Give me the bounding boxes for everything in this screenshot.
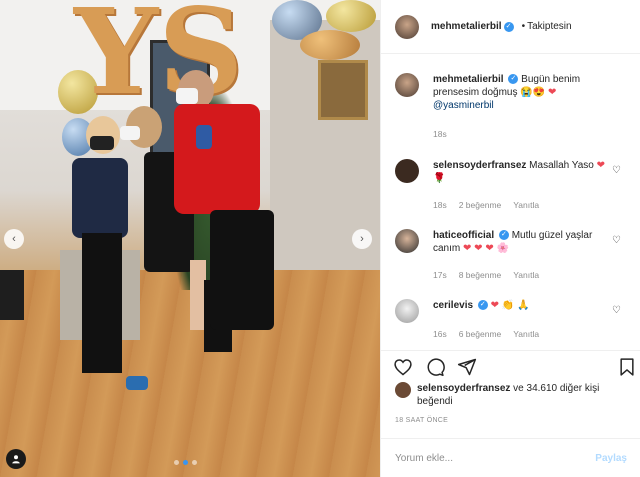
comment-body: haticeofficial ✓ Mutlu güzel yaşlar canı… bbox=[433, 229, 613, 255]
add-comment-bar: Yorum ekle... Paylaş bbox=[381, 438, 640, 477]
shirt-print bbox=[196, 125, 212, 149]
verified-icon: ✓ bbox=[477, 300, 488, 311]
liker-username[interactable]: selensoyderfransez bbox=[417, 383, 510, 394]
verified-icon: ✓ bbox=[503, 21, 514, 32]
reply-button[interactable]: Yanıtla bbox=[513, 329, 539, 339]
heart-icon[interactable]: ♡ bbox=[612, 305, 621, 316]
comment-emojis: ❤ 👏 🙏 bbox=[490, 300, 530, 311]
carousel-dot bbox=[192, 460, 197, 465]
carousel-dots bbox=[174, 460, 197, 465]
comment-likes[interactable]: 8 beğenme bbox=[459, 270, 502, 280]
comment-body: cerilevis ✓ ❤ 👏 🙏 bbox=[433, 299, 613, 312]
post-sidebar: mehmetalierbil ✓ • Takiptesin mehmetalier… bbox=[380, 0, 640, 477]
comment-item: selensoyderfransez Masallah Yaso ❤ 🌹 18s… bbox=[395, 159, 635, 215]
follow-status[interactable]: • Takiptesin bbox=[520, 21, 572, 32]
caption-emojis: 😭😍 bbox=[520, 87, 546, 98]
bookmark-icon[interactable] bbox=[617, 357, 637, 377]
comment-username[interactable]: selensoyderfransez bbox=[433, 160, 526, 171]
follow-separator: • bbox=[521, 21, 526, 32]
face-mask bbox=[90, 136, 114, 150]
follow-status-label: Takiptesin bbox=[527, 21, 572, 32]
liked-by-text: selensoyderfransez ve 34.610 diğer kişi … bbox=[417, 382, 637, 408]
heart-icon[interactable]: ♡ bbox=[612, 165, 621, 176]
comment-time[interactable]: 16s bbox=[433, 329, 447, 339]
comment-likes[interactable]: 6 beğenme bbox=[459, 329, 502, 339]
caption-mention[interactable]: @yasminerbil bbox=[433, 100, 494, 111]
comment-meta: 18s 2 beğenme Yanıtla bbox=[433, 200, 539, 210]
commenter-avatar[interactable] bbox=[395, 229, 419, 253]
verified-icon: ✓ bbox=[508, 74, 519, 85]
comment-emojis: ❤ ❤ ❤ 🌸 bbox=[463, 243, 509, 254]
balloon-bronze bbox=[300, 30, 360, 60]
caption: mehmetalierbil ✓ Bugün benim prensesim d… bbox=[395, 73, 635, 153]
post-header: mehmetalierbil ✓ • Takiptesin bbox=[381, 0, 640, 54]
author-username[interactable]: mehmetalierbil bbox=[431, 21, 502, 32]
face-mask bbox=[176, 88, 198, 104]
share-icon[interactable] bbox=[457, 357, 477, 377]
comment-body: selensoyderfransez Masallah Yaso ❤ 🌹 bbox=[433, 159, 613, 185]
reply-button[interactable]: Yanıtla bbox=[513, 200, 539, 210]
post-actions bbox=[381, 350, 640, 380]
post-time[interactable]: 18 SAAT ÖNCE bbox=[395, 417, 448, 424]
balloon-gold bbox=[326, 0, 376, 32]
comment-time[interactable]: 17s bbox=[433, 270, 447, 280]
face-mask bbox=[120, 126, 140, 140]
black-trousers bbox=[210, 210, 274, 330]
comment-item: haticeofficial ✓ Mutlu güzel yaşlar canı… bbox=[395, 229, 635, 285]
comment-text: Masallah Yaso bbox=[529, 160, 594, 171]
heart-icon[interactable]: ♡ bbox=[612, 235, 621, 246]
comment-item: cerilevis ✓ ❤ 👏 🙏 16s 6 beğenme Yanıtla … bbox=[395, 299, 635, 345]
post-photo[interactable]: YS ‹ › bbox=[0, 0, 380, 477]
author-avatar[interactable] bbox=[395, 73, 419, 97]
author-avatar[interactable] bbox=[395, 14, 419, 39]
comment-time[interactable]: 18s bbox=[433, 200, 447, 210]
comment-username[interactable]: haticeofficial bbox=[433, 230, 494, 241]
user-tag-icon[interactable] bbox=[6, 449, 26, 469]
post-comment-button[interactable]: Paylaş bbox=[595, 453, 627, 464]
verified-icon: ✓ bbox=[498, 230, 509, 241]
trousers bbox=[82, 233, 122, 373]
comment-meta: 17s 8 beğenme Yanıtla bbox=[433, 270, 539, 280]
commenter-avatar[interactable] bbox=[395, 159, 419, 183]
television bbox=[0, 270, 24, 320]
comment-input[interactable]: Yorum ekle... bbox=[395, 453, 595, 464]
carousel-dot bbox=[174, 460, 179, 465]
caption-time[interactable]: 18s bbox=[433, 129, 447, 139]
person-right bbox=[166, 70, 326, 370]
comments-list: mehmetalierbil ✓ Bugün benim prensesim d… bbox=[381, 55, 640, 345]
carousel-dot-active bbox=[183, 460, 188, 465]
comment-username[interactable]: cerilevis bbox=[433, 300, 473, 311]
comment-icon[interactable] bbox=[425, 357, 445, 377]
chevron-left-icon[interactable]: ‹ bbox=[4, 229, 24, 249]
commenter-avatar[interactable] bbox=[395, 299, 419, 323]
caption-body: mehmetalierbil ✓ Bugün benim prensesim d… bbox=[433, 73, 613, 112]
comment-meta: 16s 6 beğenme Yanıtla bbox=[433, 329, 539, 339]
chevron-right-icon[interactable]: › bbox=[352, 229, 372, 249]
heart-icon[interactable] bbox=[393, 357, 413, 377]
red-shirt bbox=[174, 104, 260, 214]
caption-username[interactable]: mehmetalierbil bbox=[433, 74, 504, 85]
heart-emoji: ❤ bbox=[547, 87, 557, 98]
liker-avatar[interactable] bbox=[395, 382, 411, 398]
comment-likes[interactable]: 2 beğenme bbox=[459, 200, 502, 210]
caption-meta: 18s bbox=[433, 129, 447, 139]
reply-button[interactable]: Yanıtla bbox=[513, 270, 539, 280]
